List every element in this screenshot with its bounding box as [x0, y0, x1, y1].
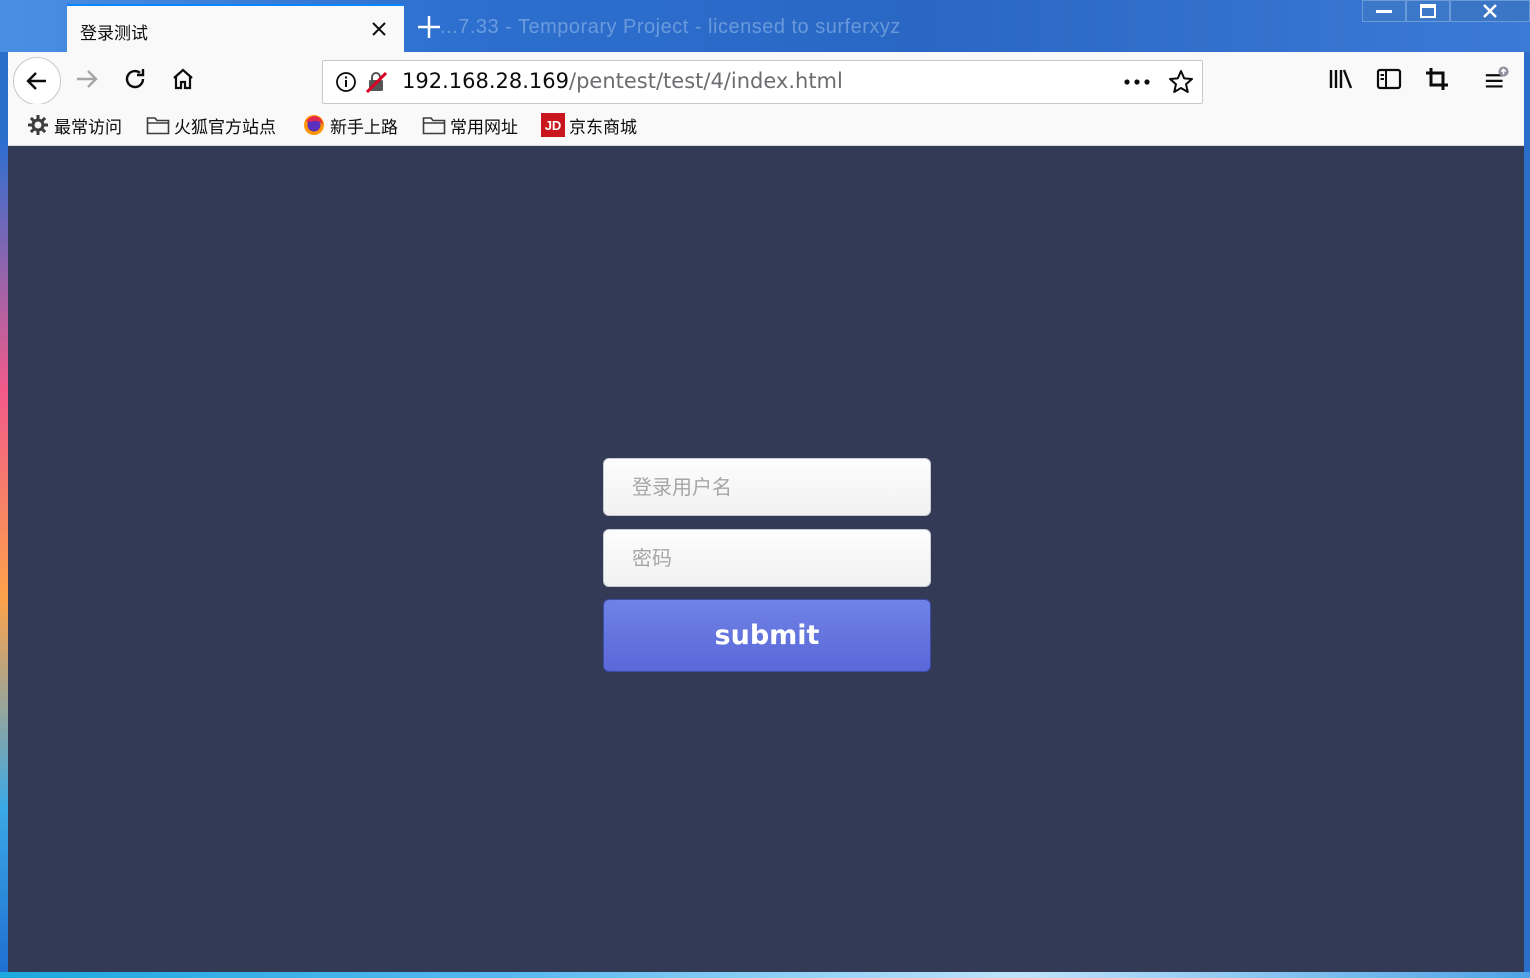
folder-icon [146, 113, 170, 137]
bookmark-label: 最常访问 [54, 117, 122, 138]
username-input[interactable] [604, 459, 930, 515]
jd-icon: JD [541, 113, 565, 137]
bookmarks-toolbar: 最常访问 火狐官方站点 新手上路 常用网址 JD 京东商城 [8, 104, 1524, 146]
page-content: submit [8, 146, 1524, 972]
url-bar[interactable]: 192.168.28.169/pentest/test/4/index.html [322, 60, 1203, 104]
bookmark-label: 京东商城 [569, 117, 637, 138]
tab-close-icon[interactable] [370, 20, 388, 38]
sidebar-icon [1376, 68, 1402, 90]
browser-window: 登录测试 192.168.28.169/pentest/test/4/index… [8, 4, 1524, 972]
username-field[interactable] [603, 458, 931, 516]
menu-button[interactable] [1484, 66, 1510, 92]
firefox-icon [302, 113, 326, 137]
insecure-connection-icon[interactable] [365, 71, 387, 93]
library-button[interactable] [1328, 66, 1354, 92]
new-tab-icon[interactable] [416, 14, 442, 40]
bookmark-label: 常用网址 [450, 117, 518, 138]
bookmark-most-visited[interactable]: 最常访问 [26, 113, 122, 138]
crop-icon [1426, 68, 1448, 90]
submit-button[interactable]: submit [603, 599, 931, 672]
home-icon [173, 68, 193, 90]
navigation-toolbar: 192.168.28.169/pentest/test/4/index.html [8, 52, 1524, 105]
bookmark-jd[interactable]: JD 京东商城 [541, 113, 637, 138]
back-button[interactable] [13, 57, 61, 105]
library-icon [1329, 69, 1353, 89]
star-bookmark-icon[interactable] [1168, 69, 1194, 95]
sidebar-button[interactable] [1376, 66, 1402, 92]
tab-title: 登录测试 [80, 24, 148, 44]
password-input[interactable] [604, 530, 930, 586]
reload-icon [125, 69, 145, 89]
arrow-right-icon [77, 70, 98, 88]
jd-badge-text: JD [544, 117, 562, 133]
tab-active[interactable]: 登录测试 [67, 4, 404, 52]
taskbar-edge [0, 972, 1530, 978]
arrow-left-icon [26, 72, 46, 90]
url-host: 192.168.28.169 [402, 69, 569, 93]
folder-icon [422, 113, 446, 137]
password-field[interactable] [603, 529, 931, 587]
more-actions-icon[interactable] [1122, 71, 1152, 93]
bookmark-label: 新手上路 [330, 117, 398, 138]
info-icon[interactable] [335, 71, 357, 93]
url-text[interactable]: 192.168.28.169/pentest/test/4/index.html [402, 69, 843, 93]
desktop-edge [0, 140, 8, 975]
bookmark-label: 火狐官方站点 [174, 117, 276, 138]
hamburger-menu-icon [1485, 66, 1509, 88]
url-path: /pentest/test/4/index.html [569, 69, 843, 93]
bookmark-getting-started[interactable]: 新手上路 [302, 113, 398, 138]
bookmark-common-sites[interactable]: 常用网址 [422, 113, 518, 138]
gear-icon [26, 113, 50, 137]
bookmark-firefox-official[interactable]: 火狐官方站点 [146, 113, 276, 138]
home-button[interactable] [170, 66, 196, 92]
reload-button[interactable] [122, 66, 148, 92]
forward-button[interactable] [74, 66, 100, 92]
screenshot-button[interactable] [1424, 66, 1450, 92]
